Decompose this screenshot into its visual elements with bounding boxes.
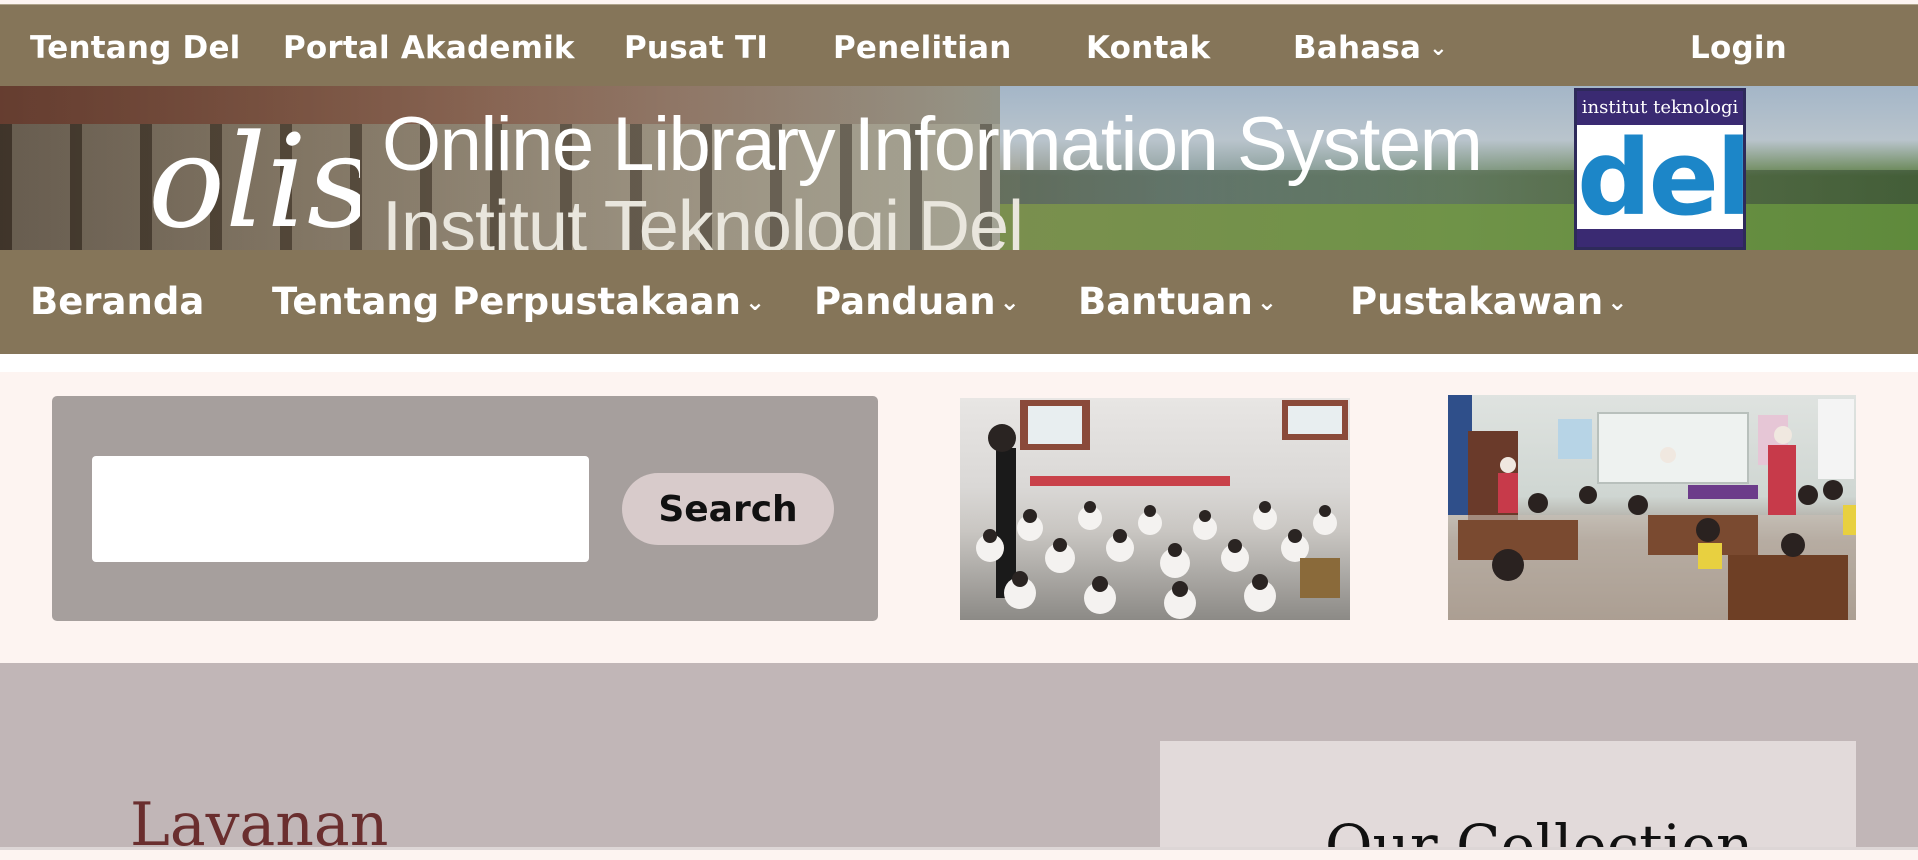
photo-classroom — [1448, 395, 1856, 620]
main-navigation-bar: Beranda Tentang Perpustakaan ⌄ Panduan ⌄ B… — [0, 250, 1918, 354]
photo-children-reading — [960, 398, 1350, 620]
search-button[interactable]: Search — [622, 473, 834, 545]
nav-tentang-perpustakaan[interactable]: Tentang Perpustakaan ⌄ — [272, 250, 765, 354]
nav-panduan-label: Panduan — [814, 280, 996, 323]
banner-subtitle: Institut Teknologi Del — [382, 187, 1024, 250]
nav-tentang-perpustakaan-label: Tentang Perpustakaan — [272, 280, 741, 323]
nav-panduan[interactable]: Panduan ⌄ — [814, 250, 1020, 354]
nav-bantuan-label: Bantuan — [1078, 280, 1253, 323]
banner-title: Online Library Information System — [382, 102, 1483, 187]
search-input[interactable] — [92, 456, 589, 562]
chevron-down-icon: ⌄ — [1256, 288, 1277, 316]
chevron-down-icon: ⌄ — [1607, 288, 1628, 316]
del-logo-word: del — [1577, 117, 1746, 239]
olis-logo[interactable]: olis — [148, 108, 360, 250]
top-nav-bahasa-dropdown[interactable]: Bahasa ⌄ — [1293, 5, 1448, 87]
login-link[interactable]: Login — [1690, 5, 1787, 87]
institut-teknologi-del-logo[interactable]: institut teknologi del — [1574, 88, 1746, 250]
chevron-down-icon: ⌄ — [999, 288, 1020, 316]
chevron-down-icon: ⌄ — [1429, 36, 1448, 61]
top-nav-penelitian[interactable]: Penelitian — [833, 5, 1012, 87]
nav-bantuan[interactable]: Bantuan ⌄ — [1078, 250, 1277, 354]
collection-heading: Our Collection — [1325, 812, 1754, 850]
chevron-down-icon: ⌄ — [744, 288, 766, 316]
nav-beranda[interactable]: Beranda — [30, 250, 204, 354]
header-banner: olis Online Library Information System I… — [0, 86, 1918, 250]
collection-card: Our Collection — [1160, 741, 1856, 850]
nav-pustakawan[interactable]: Pustakawan ⌄ — [1350, 250, 1627, 354]
nav-divider — [0, 354, 1918, 372]
top-navigation-bar: Tentang Del Portal Akademik Pusat TI Pen… — [0, 4, 1918, 87]
top-nav-portal-akademik[interactable]: Portal Akademik — [283, 5, 575, 87]
children-reading-image — [976, 400, 1348, 619]
del-logo-wave — [1577, 229, 1743, 247]
top-nav-tentang-del[interactable]: Tentang Del — [30, 5, 241, 87]
top-nav-kontak[interactable]: Kontak — [1086, 5, 1210, 87]
nav-pustakawan-label: Pustakawan — [1350, 280, 1604, 323]
bahasa-label: Bahasa — [1293, 30, 1422, 66]
classroom-image — [1448, 395, 1856, 620]
top-nav-pusat-ti[interactable]: Pusat TI — [624, 5, 768, 87]
olis-logo-text: olis — [148, 108, 360, 250]
